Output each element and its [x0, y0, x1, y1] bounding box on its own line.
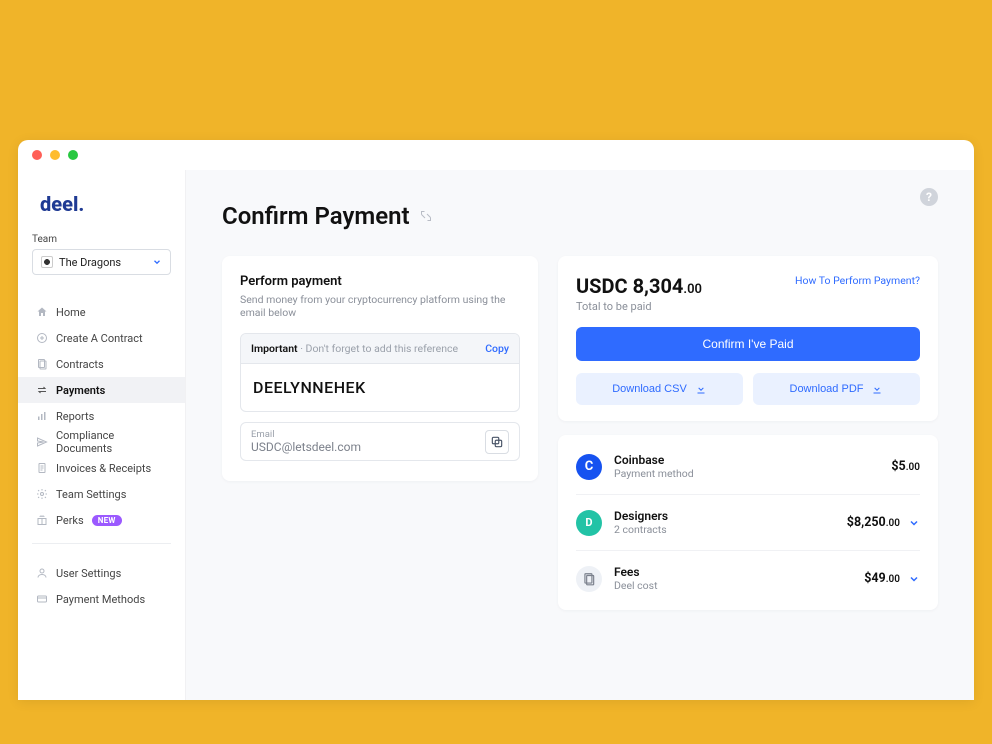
sidebar-item-label: Reports	[56, 410, 94, 423]
designers-avatar-icon: D	[576, 510, 602, 536]
summary-card: USDC 8,304.00 How To Perform Payment? To…	[558, 256, 938, 421]
email-label: Email	[251, 429, 361, 440]
reference-value: DEELYNNEHEK	[241, 364, 519, 411]
breakdown-card: C Coinbase Payment method $5.00 D	[558, 435, 938, 610]
send-icon	[36, 436, 48, 448]
logo: deel.	[18, 182, 185, 234]
breakdown-subtitle: 2 contracts	[614, 523, 835, 536]
sidebar-item-compliance[interactable]: Compliance Documents	[18, 429, 185, 455]
card-icon	[36, 593, 48, 605]
breakdown-title: Fees	[614, 565, 852, 579]
breakdown-row-coinbase: C Coinbase Payment method $5.00	[576, 439, 920, 495]
download-pdf-button[interactable]: Download PDF	[753, 373, 920, 405]
nav-primary: Home Create A Contract Contracts Payment…	[18, 299, 185, 533]
sidebar-item-contracts[interactable]: Contracts	[18, 351, 185, 377]
sidebar-item-team-settings[interactable]: Team Settings	[18, 481, 185, 507]
breakdown-amount: $8,250.00	[847, 515, 920, 530]
reference-header: Important · Don't forget to add this ref…	[241, 334, 519, 364]
sidebar-item-label: Compliance Documents	[56, 429, 167, 455]
new-badge: NEW	[92, 515, 122, 526]
page-header: Confirm Payment	[222, 202, 938, 230]
breakdown-row-fees[interactable]: Fees Deel cost $49.00	[576, 551, 920, 606]
team-avatar-icon	[41, 256, 53, 268]
team-label: Team	[18, 234, 185, 249]
page-title: Confirm Payment	[222, 202, 432, 230]
sidebar-item-perks[interactable]: Perks NEW	[18, 507, 185, 533]
confirm-paid-button[interactable]: Confirm I've Paid	[576, 327, 920, 361]
sidebar: deel. Team The Dragons Home Create	[18, 170, 186, 700]
team-name: The Dragons	[59, 256, 121, 269]
sidebar-item-home[interactable]: Home	[18, 299, 185, 325]
chevron-down-icon	[908, 573, 920, 585]
sidebar-item-label: Payments	[56, 384, 105, 397]
sidebar-item-label: User Settings	[56, 567, 121, 580]
home-icon	[36, 306, 48, 318]
perform-payment-card: Perform payment Send money from your cry…	[222, 256, 538, 481]
copy-reference-button[interactable]: Copy	[485, 342, 509, 355]
chevron-down-icon	[152, 257, 162, 267]
team-select[interactable]: The Dragons	[32, 249, 171, 275]
sidebar-item-payments[interactable]: Payments	[18, 377, 185, 403]
sidebar-item-label: Invoices & Receipts	[56, 462, 151, 475]
reference-box: Important · Don't forget to add this ref…	[240, 333, 520, 412]
close-dot[interactable]	[32, 150, 42, 160]
sidebar-item-label: Payment Methods	[56, 593, 145, 606]
total-amount: USDC 8,304.00	[576, 274, 702, 298]
copy-email-button[interactable]	[485, 430, 509, 454]
user-icon	[36, 567, 48, 579]
breakdown-row-designers[interactable]: D Designers 2 contracts $8,250.00	[576, 495, 920, 551]
receipt-icon	[36, 462, 48, 474]
chevron-down-icon	[908, 517, 920, 529]
total-label: Total to be paid	[576, 300, 920, 313]
email-box: Email USDC@letsdeel.com	[240, 422, 520, 461]
breakdown-title: Coinbase	[614, 453, 879, 467]
bar-chart-icon	[36, 410, 48, 422]
coinbase-avatar-icon: C	[576, 454, 602, 480]
perform-payment-subtitle: Send money from your cryptocurrency plat…	[240, 293, 520, 319]
sidebar-item-user-settings[interactable]: User Settings	[18, 560, 185, 586]
nav-divider	[32, 543, 171, 544]
reference-hint: Important · Don't forget to add this ref…	[251, 342, 458, 355]
sidebar-item-invoices[interactable]: Invoices & Receipts	[18, 455, 185, 481]
breakdown-subtitle: Payment method	[614, 467, 879, 480]
transfer-icon	[36, 384, 48, 396]
plus-circle-icon	[36, 332, 48, 344]
sidebar-item-label: Home	[56, 306, 86, 319]
sidebar-item-payment-methods[interactable]: Payment Methods	[18, 586, 185, 612]
breakdown-subtitle: Deel cost	[614, 579, 852, 592]
minimize-dot[interactable]	[50, 150, 60, 160]
window-titlebar	[18, 140, 974, 170]
breakdown-title: Designers	[614, 509, 835, 523]
sidebar-item-label: Team Settings	[56, 488, 126, 501]
perform-payment-title: Perform payment	[240, 274, 520, 289]
main-content: ? Confirm Payment Perform payment Send m…	[186, 170, 974, 700]
sidebar-item-label: Create A Contract	[56, 332, 143, 345]
documents-icon	[36, 358, 48, 370]
download-icon	[695, 383, 707, 395]
help-icon[interactable]: ?	[920, 188, 938, 206]
app-window: deel. Team The Dragons Home Create	[18, 140, 974, 700]
gear-icon	[36, 488, 48, 500]
sidebar-item-create-contract[interactable]: Create A Contract	[18, 325, 185, 351]
gift-icon	[36, 514, 48, 526]
download-csv-button[interactable]: Download CSV	[576, 373, 743, 405]
sidebar-item-reports[interactable]: Reports	[18, 403, 185, 429]
expand-icon[interactable]	[420, 210, 432, 222]
sidebar-item-label: Contracts	[56, 358, 104, 371]
sidebar-item-label: Perks	[56, 514, 84, 527]
maximize-dot[interactable]	[68, 150, 78, 160]
breakdown-amount: $49.00	[864, 571, 920, 586]
breakdown-amount: $5.00	[891, 459, 920, 474]
email-value: USDC@letsdeel.com	[251, 440, 361, 454]
nav-secondary: User Settings Payment Methods	[18, 560, 185, 612]
fees-avatar-icon	[576, 566, 602, 592]
howto-link[interactable]: How To Perform Payment?	[795, 274, 920, 287]
download-icon	[871, 383, 883, 395]
